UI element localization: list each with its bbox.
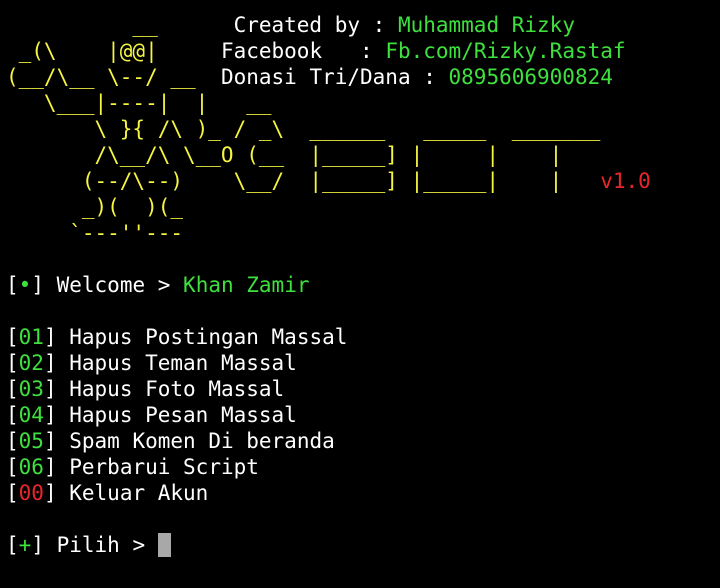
menu-item-number: 01 <box>18 325 44 349</box>
menu-list: [01] Hapus Postingan Massal [02] Hapus T… <box>6 324 714 506</box>
bullet-icon: • <box>18 273 32 297</box>
menu-item-number: 02 <box>18 351 44 375</box>
input-prompt[interactable]: [+] Pilih > <box>6 532 714 558</box>
welcome-label: Welcome > <box>43 273 184 297</box>
banner: __ Created by : Muhammad Rizky _(\ |@@| … <box>6 12 714 246</box>
terminal-window[interactable]: __ Created by : Muhammad Rizky _(\ |@@| … <box>6 12 714 582</box>
menu-item-hapus-postingan[interactable]: [01] Hapus Postingan Massal <box>6 324 714 350</box>
ascii-art-line: (__/\__ \--/ __ <box>6 65 221 89</box>
prompt-label: Pilih > <box>43 533 158 557</box>
menu-item-label: Hapus Teman Massal <box>69 351 297 375</box>
info-value-donation-number: 0895606900824 <box>448 65 613 89</box>
menu-item-label: Perbarui Script <box>69 455 259 479</box>
ascii-art-line: __ <box>6 13 234 37</box>
menu-item-label: Hapus Pesan Massal <box>69 403 297 427</box>
menu-item-label: Hapus Foto Massal <box>69 377 285 401</box>
ascii-art-line: \ }{ /\ )_ / _\ ______ _____ _______ <box>6 117 601 141</box>
ascii-art-line: /\__/\ \__O (__ |_____] | | | <box>6 143 563 167</box>
menu-item-keluar-akun[interactable]: [00] Keluar Akun <box>6 480 714 506</box>
plus-icon: + <box>18 533 32 557</box>
info-label-created-by: Created by : <box>233 13 398 37</box>
menu-item-number: 03 <box>18 377 44 401</box>
info-label-facebook: Facebook : <box>220 39 386 63</box>
user-name: Khan Zamir <box>183 273 310 297</box>
text-cursor[interactable] <box>157 533 171 557</box>
banner-row-7: (--/\--) \__/ |_____] |_____| | v1.0 <box>6 168 714 194</box>
info-value-author: Muhammad Rizky <box>397 13 575 37</box>
menu-item-hapus-teman[interactable]: [02] Hapus Teman Massal <box>6 350 714 376</box>
info-label-donation: Donasi Tri/Dana : <box>220 65 449 89</box>
welcome-line: [•] Welcome > Khan Zamir <box>6 273 310 297</box>
ascii-art-line: `---''--- <box>6 221 184 245</box>
menu-item-number: 06 <box>18 455 44 479</box>
version-label: v1.0 <box>600 169 651 193</box>
menu-item-perbarui-script[interactable]: [06] Perbarui Script <box>6 454 714 480</box>
ascii-art-line: _)( )(_ <box>6 195 184 219</box>
menu-item-hapus-foto[interactable]: [03] Hapus Foto Massal <box>6 376 714 402</box>
banner-row-2: _(\ |@@| Facebook : Fb.com/Rizky.Rastaf <box>6 38 714 64</box>
ascii-art-line: _(\ |@@| <box>6 39 221 63</box>
menu-item-label: Keluar Akun <box>69 481 209 505</box>
banner-row-3: (__/\__ \--/ __ Donasi Tri/Dana : 089560… <box>6 64 714 90</box>
ascii-art-line: \___|----| | __ <box>6 91 272 115</box>
menu-item-spam-komen[interactable]: [05] Spam Komen Di beranda <box>6 428 714 454</box>
menu-item-number: 00 <box>18 481 44 505</box>
banner-row-1: __ Created by : Muhammad Rizky <box>6 12 714 38</box>
menu-item-number: 05 <box>18 429 44 453</box>
menu-item-label: Spam Komen Di beranda <box>69 429 335 453</box>
info-value-facebook: Fb.com/Rizky.Rastaf <box>385 39 626 63</box>
menu-item-number: 04 <box>18 403 44 427</box>
menu-item-hapus-pesan[interactable]: [04] Hapus Pesan Massal <box>6 402 714 428</box>
ascii-art-line: (--/\--) \__/ |_____] |_____| | <box>6 169 563 193</box>
menu-item-label: Hapus Postingan Massal <box>69 325 348 349</box>
